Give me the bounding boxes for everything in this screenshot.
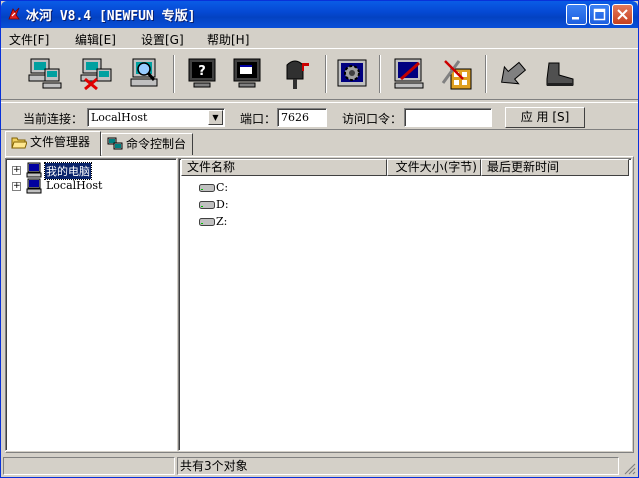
toolbar-separator [173, 55, 175, 93]
menu-edit[interactable]: 编辑[E] [75, 31, 116, 48]
exit-button[interactable] [539, 55, 579, 93]
password-input[interactable] [404, 108, 492, 127]
delete-host-icon [80, 58, 112, 91]
tools-icon [441, 60, 472, 90]
connection-select[interactable]: LocalHost ▼ [87, 108, 225, 127]
help-monitor-button[interactable]: ? [182, 55, 222, 93]
close-icon [617, 9, 628, 20]
svg-text:?: ? [198, 64, 206, 79]
resize-grip-icon[interactable] [624, 463, 636, 475]
menu-bar: 文件[F] 编辑[E] 设置[G] 帮助[H] [1, 28, 638, 48]
back-arrow-icon [501, 61, 527, 85]
host-tree[interactable]: + 我的电脑 + LocalHost [5, 158, 177, 451]
tree-item-localhost[interactable]: + LocalHost [12, 178, 162, 194]
toolbar-separator [485, 55, 487, 93]
window-title: 冰河 V8.4 [NEWFUN 专版] [26, 9, 196, 24]
drive-icon [199, 218, 215, 226]
minimize-button[interactable] [566, 4, 587, 25]
tab-command-console-label: 命令控制台 [126, 137, 187, 151]
menu-file[interactable]: 文件[F] [9, 31, 49, 48]
minimize-icon [572, 17, 579, 20]
column-header-size[interactable]: 文件大小(字节) [387, 159, 481, 176]
current-connection-label: 当前连接： [23, 112, 84, 126]
file-name: Z: [216, 215, 228, 228]
delete-host-button[interactable] [77, 55, 117, 93]
expand-icon[interactable]: + [12, 182, 21, 191]
status-panel-left [3, 457, 175, 475]
maximize-icon [593, 8, 606, 21]
settings-gear-icon [337, 59, 367, 87]
column-header-name[interactable]: 文件名称 [181, 159, 387, 176]
connection-bar: 当前连接： LocalHost ▼ 端口： 7626 访问口令： 应 用 [S] [1, 102, 638, 130]
menu-settings[interactable]: 设置[G] [141, 31, 184, 48]
status-object-count: 共有3个对象 [177, 457, 619, 475]
chevron-down-icon[interactable]: ▼ [208, 110, 223, 125]
computer-icon [26, 162, 42, 178]
file-name: C: [216, 181, 229, 194]
main-window: 冰河 V8.4 [NEWFUN 专版] 文件[F] 编辑[E] 设置[G] 帮助… [0, 0, 639, 478]
apply-button[interactable]: 应 用 [S] [505, 107, 585, 128]
port-input[interactable]: 7626 [277, 108, 327, 127]
help-monitor-icon: ? [188, 58, 216, 88]
column-header-modified[interactable]: 最后更新时间 [481, 159, 629, 176]
search-host-button[interactable] [125, 55, 165, 93]
toolbar: ? [1, 48, 638, 100]
status-bar: 共有3个对象 [1, 456, 638, 477]
expand-icon[interactable]: + [12, 166, 21, 175]
back-button[interactable] [493, 55, 533, 93]
search-host-icon [130, 58, 158, 87]
maximize-button[interactable] [589, 4, 610, 25]
settings-gear-button[interactable] [332, 55, 372, 93]
connection-value: LocalHost [91, 111, 148, 124]
drive-icon [199, 201, 215, 209]
app-icon [8, 7, 20, 20]
tree-item-label: 我的电脑 [44, 162, 92, 180]
toolbar-separator [379, 55, 381, 93]
folder-icon [11, 137, 27, 149]
menu-help[interactable]: 帮助[H] [207, 31, 249, 48]
toolbar-separator [325, 55, 327, 93]
drive-icon [199, 184, 215, 192]
file-name: D: [216, 198, 229, 211]
title-bar[interactable]: 冰河 V8.4 [NEWFUN 专版] [1, 1, 638, 28]
screen-capture-icon [233, 58, 261, 88]
edit-config-button[interactable] [389, 55, 429, 93]
port-label: 端口： [240, 112, 277, 126]
edit-config-icon [394, 58, 424, 89]
file-list[interactable]: 文件名称 文件大小(字节) 最后更新时间 C: D: Z: [178, 158, 632, 451]
screen-capture-button[interactable] [227, 55, 267, 93]
tree-item-my-computer[interactable]: + 我的电脑 [12, 162, 162, 180]
tab-strip: 文件管理器 命令控制台 [1, 131, 638, 156]
port-value: 7626 [281, 111, 309, 124]
add-host-button[interactable] [25, 55, 65, 93]
tab-command-console[interactable]: 命令控制台 [101, 133, 193, 155]
mailbox-button[interactable] [277, 55, 317, 93]
password-label: 访问口令： [342, 112, 403, 126]
tab-file-manager[interactable]: 文件管理器 [5, 131, 101, 156]
tab-file-manager-label: 文件管理器 [30, 135, 91, 149]
boot-exit-icon [546, 62, 574, 86]
add-host-icon [28, 58, 62, 89]
tree-item-label: LocalHost [46, 179, 103, 192]
network-icon [107, 137, 123, 150]
close-button[interactable] [612, 4, 633, 25]
tools-button[interactable] [437, 55, 477, 93]
computer-icon [26, 178, 42, 194]
mailbox-icon [286, 60, 309, 89]
